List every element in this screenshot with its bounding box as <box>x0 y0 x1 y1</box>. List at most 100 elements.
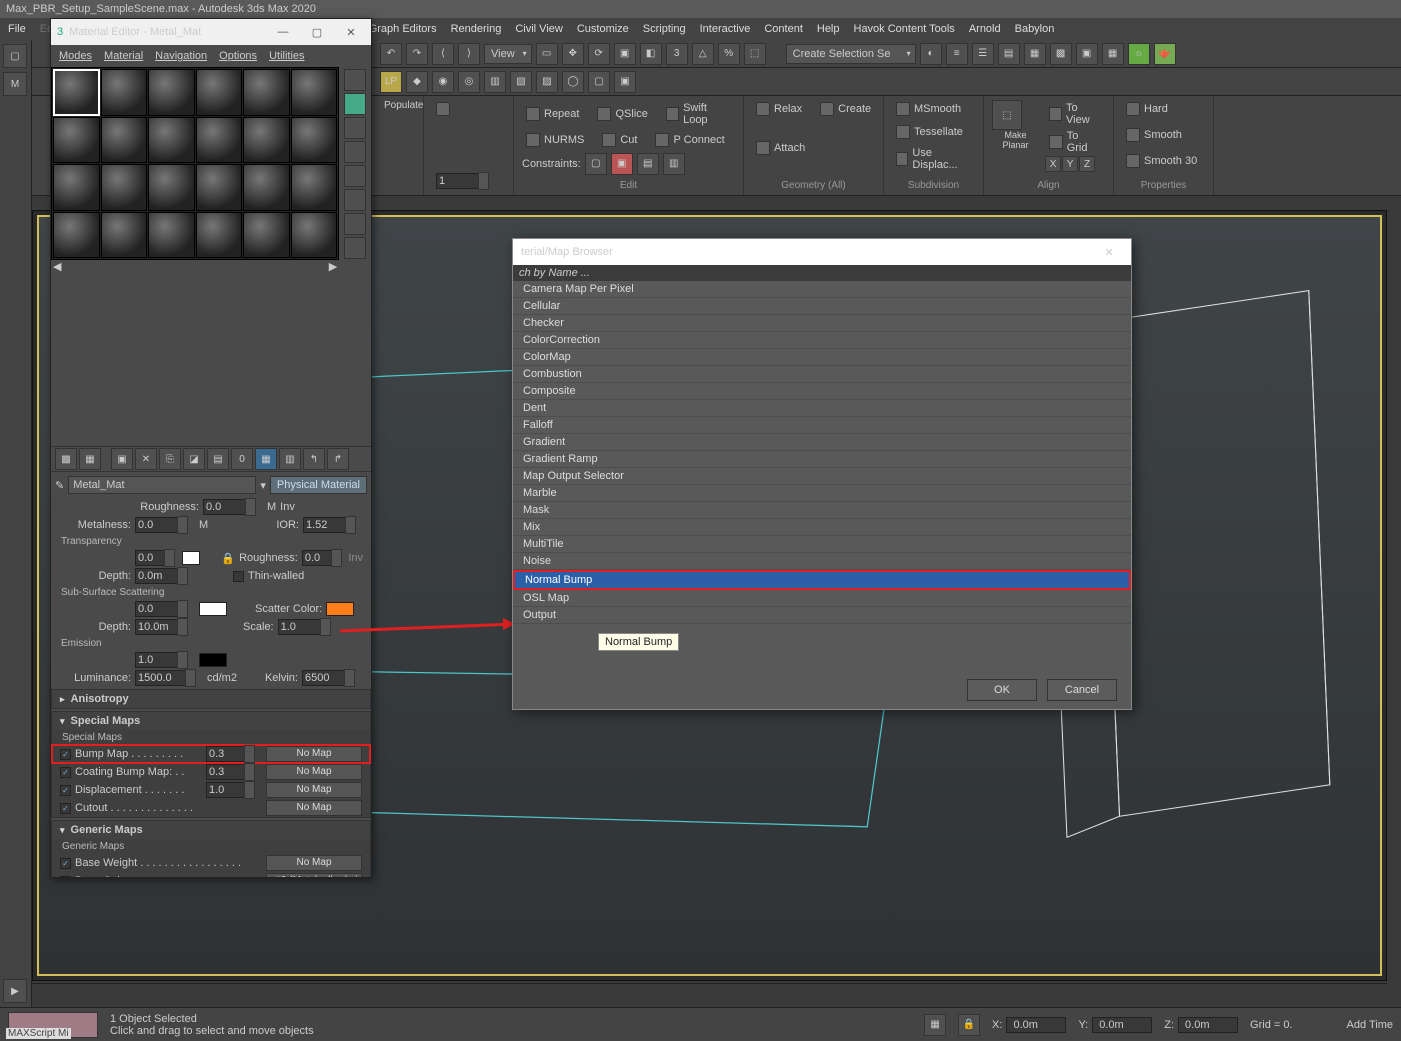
sample-slot[interactable] <box>148 212 195 259</box>
populate-label[interactable]: Populate <box>384 100 415 111</box>
map-checkbox[interactable]: ✓ <box>60 749 71 760</box>
sss-spinner[interactable]: 0.0 <box>135 601 179 617</box>
scale-spinner[interactable]: 1.0 <box>278 619 322 635</box>
curve-editor-button[interactable]: ▤ <box>998 43 1020 65</box>
get-material-button[interactable]: ▩ <box>55 448 77 470</box>
me-menu-options[interactable]: Options <box>219 50 257 62</box>
reset-button[interactable]: ✕ <box>135 448 157 470</box>
video-color-button[interactable] <box>344 165 366 187</box>
pick-icon[interactable]: ✎ <box>55 479 64 492</box>
percentsnap-button[interactable]: % <box>718 43 740 65</box>
timeline[interactable] <box>32 983 1387 1007</box>
preview-btn[interactable] <box>432 100 505 118</box>
thinwalled-checkbox[interactable] <box>233 571 244 582</box>
map-type-item[interactable]: Normal Bump <box>513 570 1131 590</box>
map-type-item[interactable]: Noise <box>513 553 1131 570</box>
transp-roughness-spinner[interactable]: 0.0 <box>302 550 333 566</box>
menu-help[interactable]: Help <box>817 23 840 35</box>
sample-slot[interactable] <box>196 164 243 211</box>
render-frame-button[interactable]: ▦ <box>1102 43 1124 65</box>
map-slot-button[interactable]: No Map <box>266 800 362 816</box>
map-type-item[interactable]: ColorCorrection <box>513 332 1131 349</box>
repeat-button[interactable]: Repeat <box>522 100 583 128</box>
attach-button[interactable]: Attach <box>752 139 875 157</box>
menu-rendering[interactable]: Rendering <box>451 23 502 35</box>
sample-slot[interactable] <box>243 212 290 259</box>
mirror-button[interactable]: ◐ <box>920 43 942 65</box>
assign-button[interactable]: ▣ <box>111 448 133 470</box>
place-button[interactable]: ◧ <box>640 43 662 65</box>
sample-slot[interactable] <box>291 69 338 116</box>
coord-x[interactable]: 0.0m <box>1006 1017 1066 1033</box>
plugin-btn-4[interactable]: ◎ <box>458 71 480 93</box>
sample-slot[interactable] <box>101 212 148 259</box>
sample-slot[interactable] <box>101 164 148 211</box>
sample-uv-button[interactable] <box>344 141 366 163</box>
left-btn-2[interactable]: M <box>3 72 27 96</box>
sample-slot[interactable] <box>243 69 290 116</box>
map-checkbox[interactable]: ✓ <box>60 785 71 796</box>
refcoord-dropdown[interactable]: View <box>484 44 532 64</box>
menu-babylon[interactable]: Babylon <box>1015 23 1055 35</box>
map-type-item[interactable]: Checker <box>513 315 1131 332</box>
sample-slot[interactable] <box>196 69 243 116</box>
sample-slot[interactable] <box>291 117 338 164</box>
luminance-spinner[interactable]: 1500.0 <box>135 670 187 686</box>
close-button[interactable]: ✕ <box>337 26 365 39</box>
map-slot-button[interactable]: No Map <box>266 764 362 780</box>
toview-button[interactable]: To View <box>1045 100 1105 128</box>
coord-y[interactable]: 0.0m <box>1092 1017 1152 1033</box>
undo-button[interactable]: ↶ <box>380 43 402 65</box>
loop-spinner[interactable]: 1 <box>436 173 480 189</box>
map-type-item[interactable]: Gradient Ramp <box>513 451 1131 468</box>
map-amount-spinner[interactable]: 0.3 <box>206 764 246 780</box>
left-btn-play[interactable]: ▶ <box>3 979 27 1003</box>
map-type-item[interactable]: MultiTile <box>513 536 1131 553</box>
map-type-item[interactable]: Mix <box>513 519 1131 536</box>
plugin-btn-7[interactable]: ▨ <box>536 71 558 93</box>
go-forward-button[interactable]: ↱ <box>327 448 349 470</box>
anisotropy-rollout[interactable]: Anisotropy <box>51 689 371 709</box>
coord-z[interactable]: 0.0m <box>1178 1017 1238 1033</box>
unlink-button[interactable]: ⟩ <box>458 43 480 65</box>
map-browser-titlebar[interactable]: terial/Map Browser ✕ <box>513 239 1131 265</box>
plugin-btn-2[interactable]: ◆ <box>406 71 428 93</box>
make-unique-button[interactable]: ◪ <box>183 448 205 470</box>
map-type-item[interactable]: OSL Map <box>513 590 1131 607</box>
sample-slot[interactable] <box>148 117 195 164</box>
sample-slot[interactable] <box>196 117 243 164</box>
maxscript-label[interactable]: MAXScript Mi <box>6 1028 71 1039</box>
sample-slot[interactable] <box>148 164 195 211</box>
map-type-item[interactable]: Map Output Selector <box>513 468 1131 485</box>
map-amount-spinner[interactable]: 0.3 <box>206 746 246 762</box>
material-editor-button[interactable]: ▩ <box>1050 43 1072 65</box>
move-button[interactable]: ✥ <box>562 43 584 65</box>
map-type-item[interactable]: Cellular <box>513 298 1131 315</box>
menu-scripting[interactable]: Scripting <box>643 23 686 35</box>
me-menu-material[interactable]: Material <box>104 50 143 62</box>
make-preview-button[interactable] <box>344 189 366 211</box>
plugin-btn-5[interactable]: ▥ <box>484 71 506 93</box>
anglesnap-button[interactable]: △ <box>692 43 714 65</box>
dropdown-icon[interactable]: ▾ <box>260 479 266 492</box>
put-to-lib-button[interactable]: ▤ <box>207 448 229 470</box>
map-browser-search[interactable]: ch by Name ... <box>513 265 1131 281</box>
ior-spinner[interactable]: 1.52 <box>303 517 347 533</box>
roughness-spinner[interactable]: 0.0 <box>203 499 247 515</box>
me-menu-navigation[interactable]: Navigation <box>155 50 207 62</box>
layers-button[interactable]: ☰ <box>972 43 994 65</box>
me-menu-modes[interactable]: Modes <box>59 50 92 62</box>
transparency-spinner[interactable]: 0.0 <box>135 550 166 566</box>
msmooth-button[interactable]: MSmooth <box>892 100 975 118</box>
scroll-right-icon[interactable]: ▶ <box>329 260 337 272</box>
menu-file[interactable]: File <box>8 23 26 35</box>
sample-slot[interactable] <box>243 164 290 211</box>
backlight-button[interactable] <box>344 93 366 115</box>
map-checkbox[interactable]: ✓ <box>60 767 71 778</box>
sample-slot[interactable] <box>53 117 100 164</box>
me-menu-utilities[interactable]: Utilities <box>269 50 304 62</box>
plugin-btn-9[interactable]: ▢ <box>588 71 610 93</box>
menu-grapheditors[interactable]: Graph Editors <box>369 23 437 35</box>
nurms-button[interactable]: NURMS <box>522 131 588 149</box>
scroll-left-icon[interactable]: ◀ <box>53 260 61 272</box>
